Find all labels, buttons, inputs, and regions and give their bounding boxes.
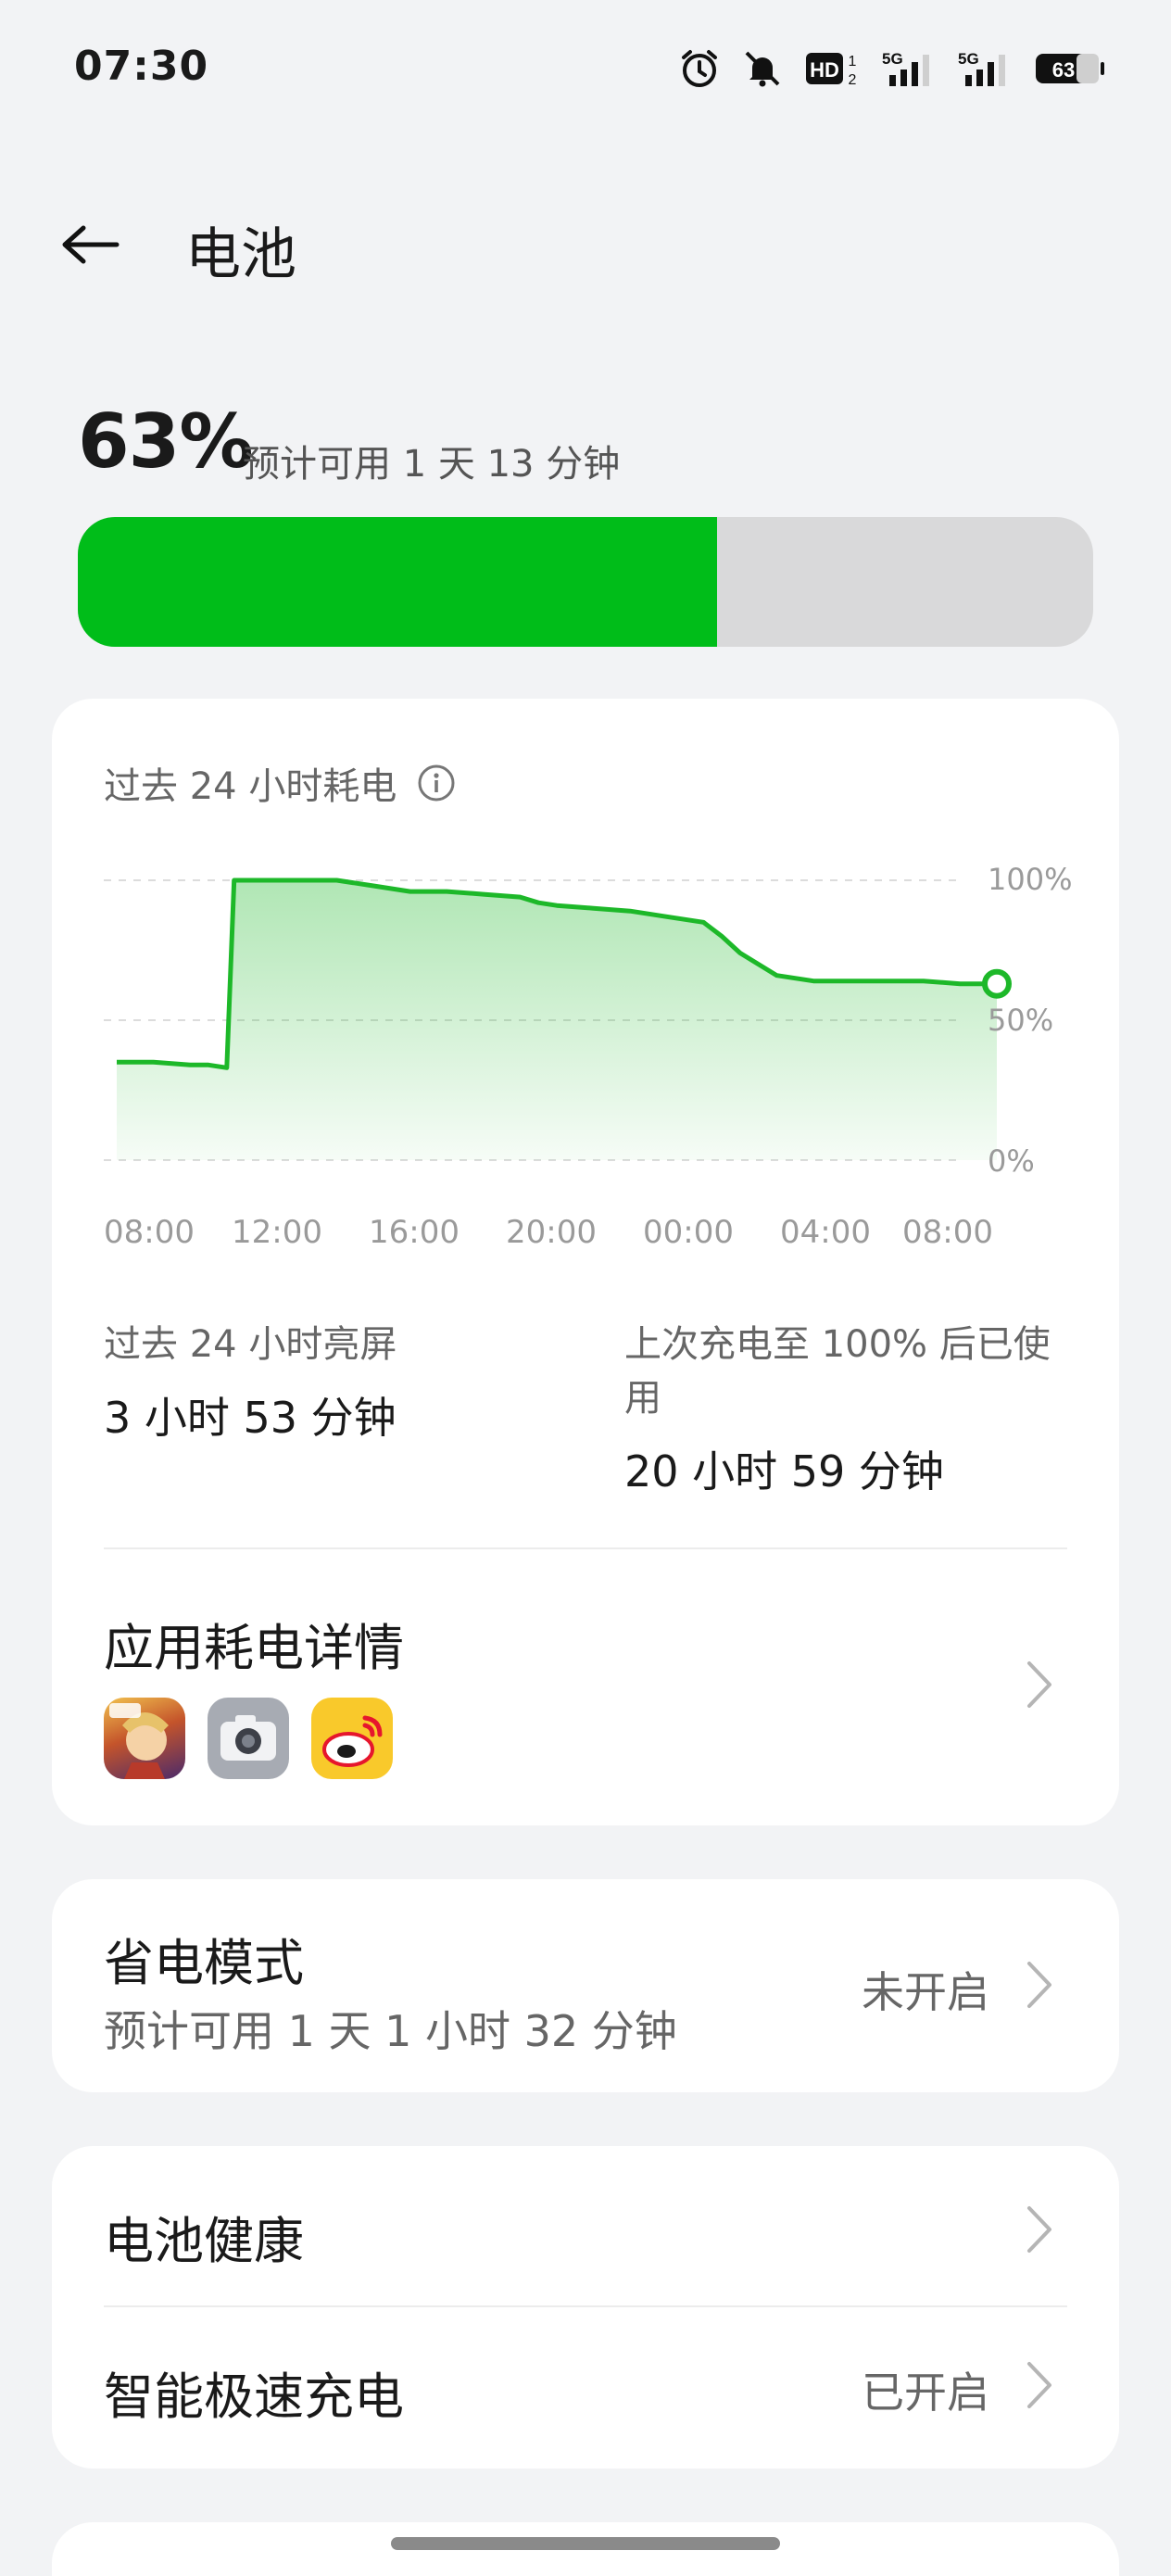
network-label: 5G [882, 50, 903, 68]
usage-chart [104, 878, 1012, 1161]
status-bar: 07:30 HD 1 2 5G 5G 63 [0, 0, 1171, 139]
screen-on-label: 过去 24 小时亮屏 [104, 1323, 397, 1366]
5g-signal-icon: 5G [882, 46, 938, 91]
power-saving-card[interactable]: 省电模式 预计可用 1 天 1 小时 32 分钟 未开启 [52, 1879, 1119, 2092]
battery-level-text: 63 [1052, 58, 1075, 82]
chevron-right-icon [1023, 1657, 1056, 1712]
x-tick-label: 12:00 [232, 1214, 322, 1251]
5g-signal-icon: 5G [958, 46, 1014, 91]
network-label: 5G [958, 50, 979, 68]
y-tick-label: 0% [988, 1143, 1035, 1179]
since-full-value: 20 小时 59 分钟 [624, 1446, 944, 1496]
chart-area-fill [117, 880, 997, 1160]
page-title: 电池 [185, 222, 296, 287]
status-icons: HD 1 2 5G 5G 63 [678, 46, 1106, 91]
camera-app-icon [208, 1698, 289, 1779]
chevron-right-icon [1023, 2202, 1056, 2257]
x-tick-label: 04:00 [780, 1214, 871, 1251]
battery-estimate: 预计可用 1 天 13 分钟 [243, 443, 621, 486]
chart-current-point [982, 968, 1012, 999]
fast-charge-title: 智能极速充电 [104, 2368, 404, 2426]
battery-health-title: 电池健康 [104, 2212, 304, 2270]
fast-charge-status: 已开启 [862, 2368, 989, 2418]
app-usage-title: 应用耗电详情 [104, 1619, 404, 1677]
screen-on-value: 3 小时 53 分钟 [104, 1393, 397, 1443]
hd-icon: HD 1 2 [804, 46, 862, 91]
back-button[interactable] [57, 211, 124, 278]
x-tick-label: 16:00 [369, 1214, 460, 1251]
battery-percent: 63% [78, 398, 253, 485]
battery-icon: 63 [1034, 46, 1106, 91]
app-usage-row[interactable]: 应用耗电详情 [52, 1549, 1119, 1825]
alarm-icon [678, 46, 721, 91]
battery-settings-card: 电池健康 智能极速充电 已开启 [52, 2146, 1119, 2469]
x-tick-label: 08:00 [104, 1214, 195, 1251]
hd-sup: 1 [849, 54, 857, 69]
chevron-right-icon [1023, 2357, 1056, 2413]
app-icon-list [104, 1698, 393, 1779]
chevron-right-icon [1023, 1957, 1056, 2013]
battery-health-row[interactable]: 电池健康 [52, 2146, 1119, 2307]
back-arrow-icon [62, 225, 120, 264]
y-tick-label: 50% [988, 1003, 1054, 1038]
power-saving-title: 省电模式 [104, 1934, 304, 1992]
fast-charge-row[interactable]: 智能极速充电 已开启 [52, 2307, 1119, 2469]
since-full-label: 上次充电至 100% 后已使用 [624, 1323, 1051, 1420]
power-saving-subtitle: 预计可用 1 天 1 小时 32 分钟 [104, 2006, 677, 2056]
usage-card: 过去 24 小时耗电 100% 50% 0% 08:00 12:00 16:00… [52, 699, 1119, 1825]
game-app-icon [104, 1698, 185, 1779]
status-time: 07:30 [74, 43, 209, 90]
hd-sub: 2 [849, 72, 857, 88]
x-tick-label: 20:00 [506, 1214, 597, 1251]
x-tick-label: 00:00 [643, 1214, 734, 1251]
x-tick-label: 08:00 [902, 1214, 993, 1251]
y-tick-label: 100% [988, 862, 1073, 897]
hd-text: HD [810, 58, 839, 82]
mute-icon [741, 46, 784, 91]
weibo-app-icon [311, 1698, 393, 1779]
battery-level-bar [78, 517, 1093, 647]
battery-level-fill [78, 517, 718, 647]
power-saving-status: 未开启 [862, 1967, 989, 2017]
home-indicator[interactable] [391, 2537, 780, 2550]
